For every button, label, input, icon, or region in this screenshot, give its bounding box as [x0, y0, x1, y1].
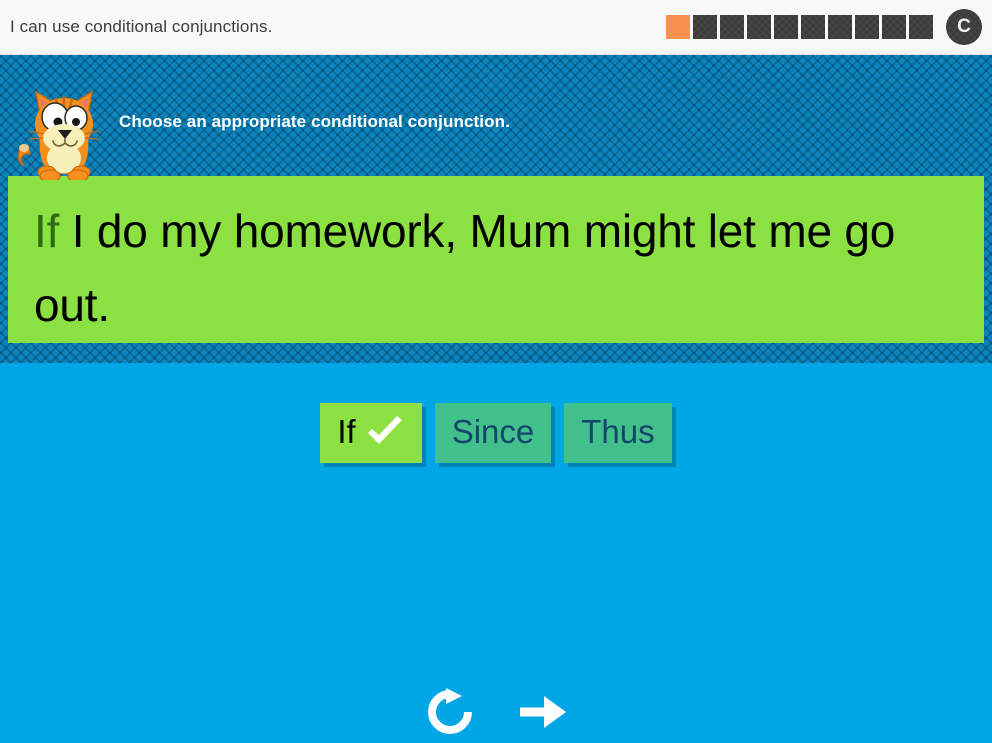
header-right-group: C: [666, 9, 982, 45]
progress-tracker: [666, 15, 933, 39]
arrow-right-icon: [520, 696, 566, 728]
instruction-text: Choose an appropriate conditional conjun…: [119, 112, 510, 131]
sentence-remainder: I do my homework, Mum might let me go ou…: [34, 205, 896, 331]
answer-choice-label: If: [337, 413, 356, 450]
restart-c-icon: C: [957, 16, 971, 37]
answer-choice-label: Thus: [581, 413, 655, 450]
answer-choices: If Since Thus: [0, 403, 992, 463]
refresh-icon: [428, 688, 472, 734]
bottom-navigation: [0, 684, 992, 740]
answer-choice-if[interactable]: If: [320, 403, 422, 463]
progress-pip: [720, 15, 744, 39]
progress-pip: [801, 15, 825, 39]
progress-pip: [666, 15, 690, 39]
page-title: I can use conditional conjunctions.: [10, 17, 273, 36]
next-button[interactable]: [514, 684, 570, 740]
progress-pip: [828, 15, 852, 39]
progress-pip: [909, 15, 933, 39]
progress-pip: [882, 15, 906, 39]
progress-pip: [747, 15, 771, 39]
header-bar: I can use conditional conjunctions. C: [0, 0, 992, 55]
activity-screen: I can use conditional conjunctions. C Ch…: [0, 0, 992, 743]
orange-cat-mascot: [14, 84, 114, 183]
progress-pip: [693, 15, 717, 39]
filled-blank-word: If: [34, 205, 60, 257]
answer-choice-label: Since: [451, 413, 535, 450]
sentence-panel: If I do my homework, Mum might let me go…: [8, 176, 984, 343]
answer-choice-since[interactable]: Since: [434, 403, 552, 463]
progress-pip: [855, 15, 879, 39]
restart-button[interactable]: C: [946, 9, 982, 45]
check-icon: [367, 416, 402, 444]
sentence-text: If I do my homework, Mum might let me go…: [34, 194, 958, 342]
answer-choice-thus[interactable]: Thus: [564, 403, 672, 463]
replay-button[interactable]: [422, 684, 478, 740]
progress-pip: [774, 15, 798, 39]
